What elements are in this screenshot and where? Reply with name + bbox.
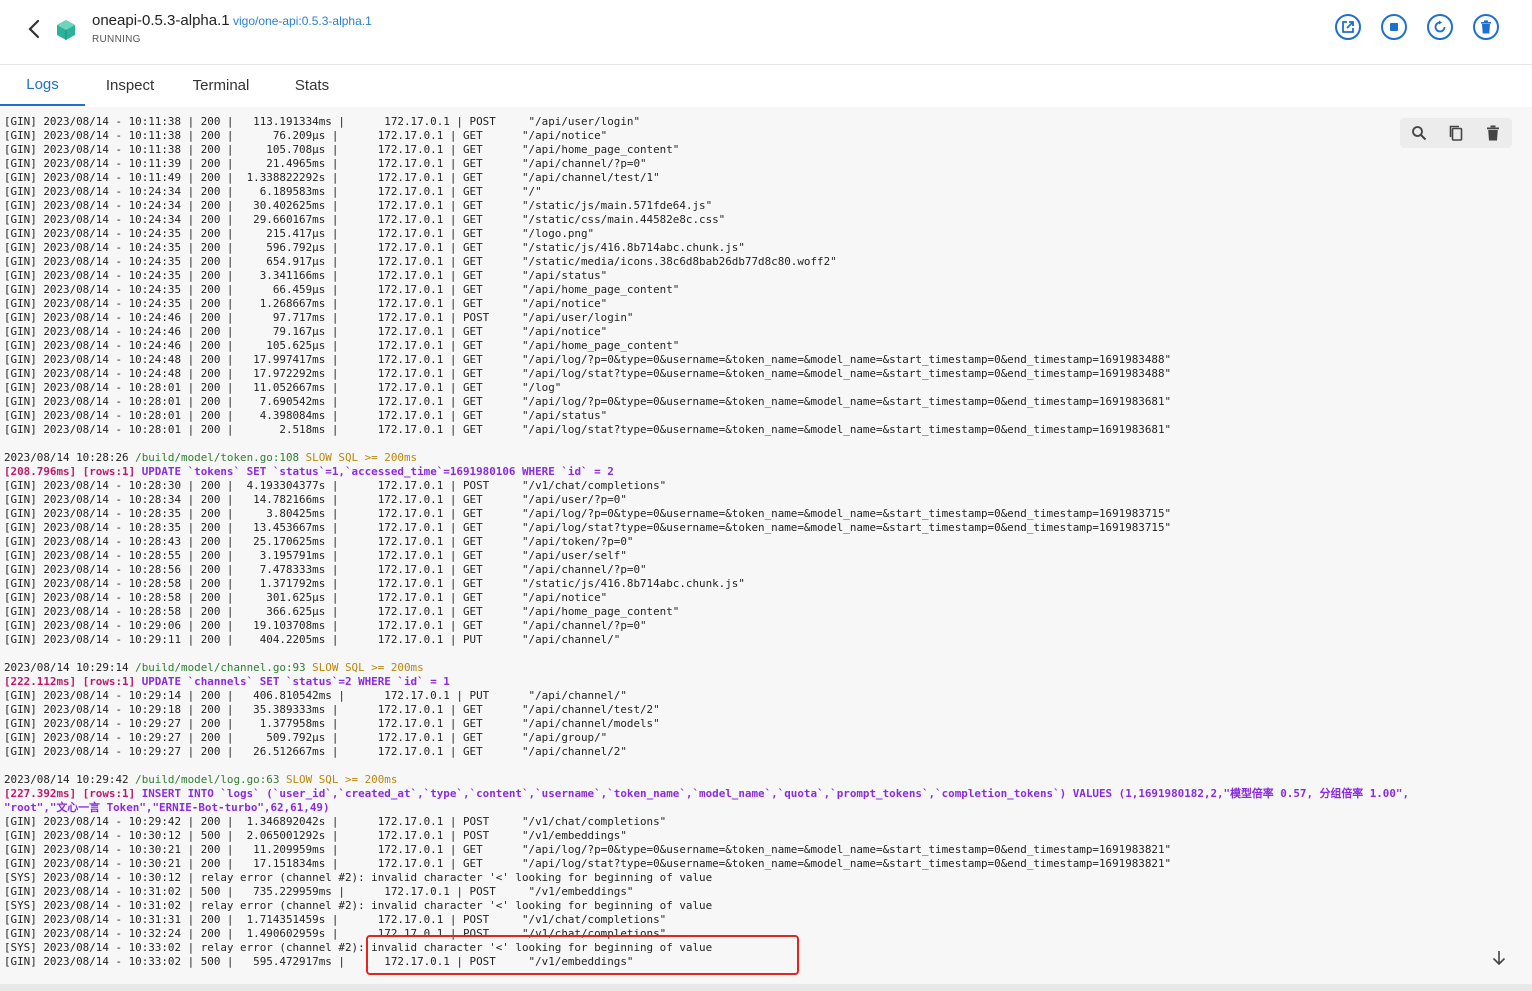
chevron-left-icon [28,19,40,39]
container-title: oneapi-0.5.3-alpha.1 [92,12,230,29]
log-line: [GIN] 2023/08/14 - 10:28:43 | 200 | 25.1… [4,535,634,548]
log-line: [SYS] 2023/08/14 - 10:31:02 | relay erro… [4,899,713,912]
log-line: "root","文心一言 Token","ERNIE-Bot-turbo",62… [4,801,330,814]
log-line: [GIN] 2023/08/14 - 10:11:38 | 200 | 105.… [4,143,680,156]
container-icon [57,20,75,40]
log-line: [GIN] 2023/08/14 - 10:28:58 | 200 | 1.37… [4,577,745,590]
log-line: [GIN] 2023/08/14 - 10:24:34 | 200 | 6.18… [4,185,542,198]
log-line: [GIN] 2023/08/14 - 10:28:01 | 200 | 7.69… [4,395,1172,408]
log-line: [GIN] 2023/08/14 - 10:29:27 | 200 | 26.5… [4,745,627,758]
arrow-down-icon [1492,951,1506,966]
log-line: ​ [4,437,1409,451]
log-line: [GIN] 2023/08/14 - 10:24:35 | 200 | 215.… [4,227,595,240]
log-output: [GIN] 2023/08/14 - 10:11:38 | 200 | 113.… [4,115,1409,969]
log-line: [GIN] 2023/08/14 - 10:24:46 | 200 | 105.… [4,339,680,352]
log-line: [GIN] 2023/08/14 - 10:11:39 | 200 | 21.4… [4,157,647,170]
log-line: [222.112ms] [rows:1] UPDATE `channels` S… [4,675,450,688]
log-line: ​ [4,759,1409,773]
log-line: 2023/08/14 10:29:42 /build/model/log.go:… [4,773,398,786]
log-line: [GIN] 2023/08/14 - 10:31:02 | 500 | 735.… [4,885,634,898]
log-line: [GIN] 2023/08/14 - 10:30:21 | 200 | 17.1… [4,857,1172,870]
log-line: [GIN] 2023/08/14 - 10:28:34 | 200 | 14.7… [4,493,627,506]
image-link[interactable]: vigo/one-api:0.5.3-alpha.1 [233,14,372,28]
log-line: [GIN] 2023/08/14 - 10:11:38 | 200 | 113.… [4,115,641,128]
log-line: [GIN] 2023/08/14 - 10:24:46 | 200 | 97.7… [4,311,634,324]
log-line: [GIN] 2023/08/14 - 10:29:42 | 200 | 1.34… [4,815,667,828]
log-line: [GIN] 2023/08/14 - 10:24:46 | 200 | 79.1… [4,325,608,338]
log-line: [GIN] 2023/08/14 - 10:28:55 | 200 | 3.19… [4,549,627,562]
horizontal-scrollbar[interactable] [0,984,1532,991]
log-line: [GIN] 2023/08/14 - 10:29:14 | 200 | 406.… [4,689,627,702]
back-button[interactable] [22,17,46,41]
copy-icon [1449,125,1463,141]
tab-logs[interactable]: Logs [0,65,85,106]
clear-logs-button[interactable] [1482,122,1504,144]
log-line: [GIN] 2023/08/14 - 10:11:38 | 200 | 76.2… [4,129,608,142]
scroll-to-bottom-button[interactable] [1489,948,1509,968]
log-line: [GIN] 2023/08/14 - 10:24:34 | 200 | 30.4… [4,199,713,212]
log-line: [GIN] 2023/08/14 - 10:30:12 | 500 | 2.06… [4,829,627,842]
log-line: [GIN] 2023/08/14 - 10:29:27 | 200 | 509.… [4,731,608,744]
log-line: ​ [4,647,1409,661]
open-external-icon [1342,21,1354,33]
log-line: [GIN] 2023/08/14 - 10:30:21 | 200 | 11.2… [4,843,1172,856]
log-line: [GIN] 2023/08/14 - 10:29:06 | 200 | 19.1… [4,619,647,632]
log-line: [GIN] 2023/08/14 - 10:28:58 | 200 | 366.… [4,605,680,618]
log-line: [GIN] 2023/08/14 - 10:24:35 | 200 | 66.4… [4,283,680,296]
tab-inspect[interactable]: Inspect [88,65,172,106]
log-line: [GIN] 2023/08/14 - 10:28:58 | 200 | 301.… [4,591,608,604]
open-browser-button[interactable] [1335,14,1361,40]
log-toolbar [1400,118,1512,148]
log-line: [227.392ms] [rows:1] INSERT INTO `logs` … [4,787,1410,800]
log-line: [GIN] 2023/08/14 - 10:24:48 | 200 | 17.9… [4,353,1172,366]
search-icon [1411,126,1426,141]
tab-bar: Logs Inspect Terminal Stats [0,64,1532,108]
restart-button[interactable] [1427,14,1453,40]
log-line: [GIN] 2023/08/14 - 10:24:34 | 200 | 29.6… [4,213,726,226]
log-line: [GIN] 2023/08/14 - 10:11:49 | 200 | 1.33… [4,171,660,184]
stop-icon [1390,23,1398,31]
log-line: [GIN] 2023/08/14 - 10:28:30 | 200 | 4.19… [4,479,667,492]
trash-icon [1481,20,1491,34]
trash-icon [1487,125,1500,141]
container-header: oneapi-0.5.3-alpha.1 vigo/one-api:0.5.3-… [0,0,1532,64]
log-line: [GIN] 2023/08/14 - 10:28:35 | 200 | 13.4… [4,521,1172,534]
restart-icon [1434,20,1446,33]
log-line: [GIN] 2023/08/14 - 10:29:18 | 200 | 35.3… [4,703,660,716]
stop-button[interactable] [1381,14,1407,40]
tab-stats[interactable]: Stats [272,65,352,106]
log-line: 2023/08/14 10:28:26 /build/model/token.g… [4,451,418,464]
log-line: [GIN] 2023/08/14 - 10:24:35 | 200 | 1.26… [4,297,608,310]
delete-container-button[interactable] [1473,14,1499,40]
log-line: [GIN] 2023/08/14 - 10:29:11 | 200 | 404.… [4,633,621,646]
log-line: [GIN] 2023/08/14 - 10:24:35 | 200 | 596.… [4,241,745,254]
log-line: 2023/08/14 10:29:14 /build/model/channel… [4,661,424,674]
log-line: [GIN] 2023/08/14 - 10:28:01 | 200 | 11.0… [4,381,562,394]
log-viewer[interactable]: [GIN] 2023/08/14 - 10:11:38 | 200 | 113.… [0,107,1532,984]
log-line: [GIN] 2023/08/14 - 10:24:35 | 200 | 3.34… [4,269,608,282]
log-line: [208.796ms] [rows:1] UPDATE `tokens` SET… [4,465,614,478]
log-line: [SYS] 2023/08/14 - 10:30:12 | relay erro… [4,871,713,884]
log-line: [GIN] 2023/08/14 - 10:28:56 | 200 | 7.47… [4,563,647,576]
status-label: RUNNING [92,34,141,45]
log-line: [GIN] 2023/08/14 - 10:28:01 | 200 | 4.39… [4,409,608,422]
log-line: [GIN] 2023/08/14 - 10:29:27 | 200 | 1.37… [4,717,660,730]
log-line: [GIN] 2023/08/14 - 10:24:48 | 200 | 17.9… [4,367,1172,380]
log-line: [GIN] 2023/08/14 - 10:28:35 | 200 | 3.80… [4,507,1172,520]
log-line: [GIN] 2023/08/14 - 10:28:01 | 200 | 2.51… [4,423,1172,436]
highlight-annotation [366,935,799,975]
copy-logs-button[interactable] [1445,122,1467,144]
tab-terminal[interactable]: Terminal [180,65,262,106]
log-line: [GIN] 2023/08/14 - 10:24:35 | 200 | 654.… [4,255,837,268]
log-line: [GIN] 2023/08/14 - 10:31:31 | 200 | 1.71… [4,913,667,926]
search-logs-button[interactable] [1408,122,1430,144]
